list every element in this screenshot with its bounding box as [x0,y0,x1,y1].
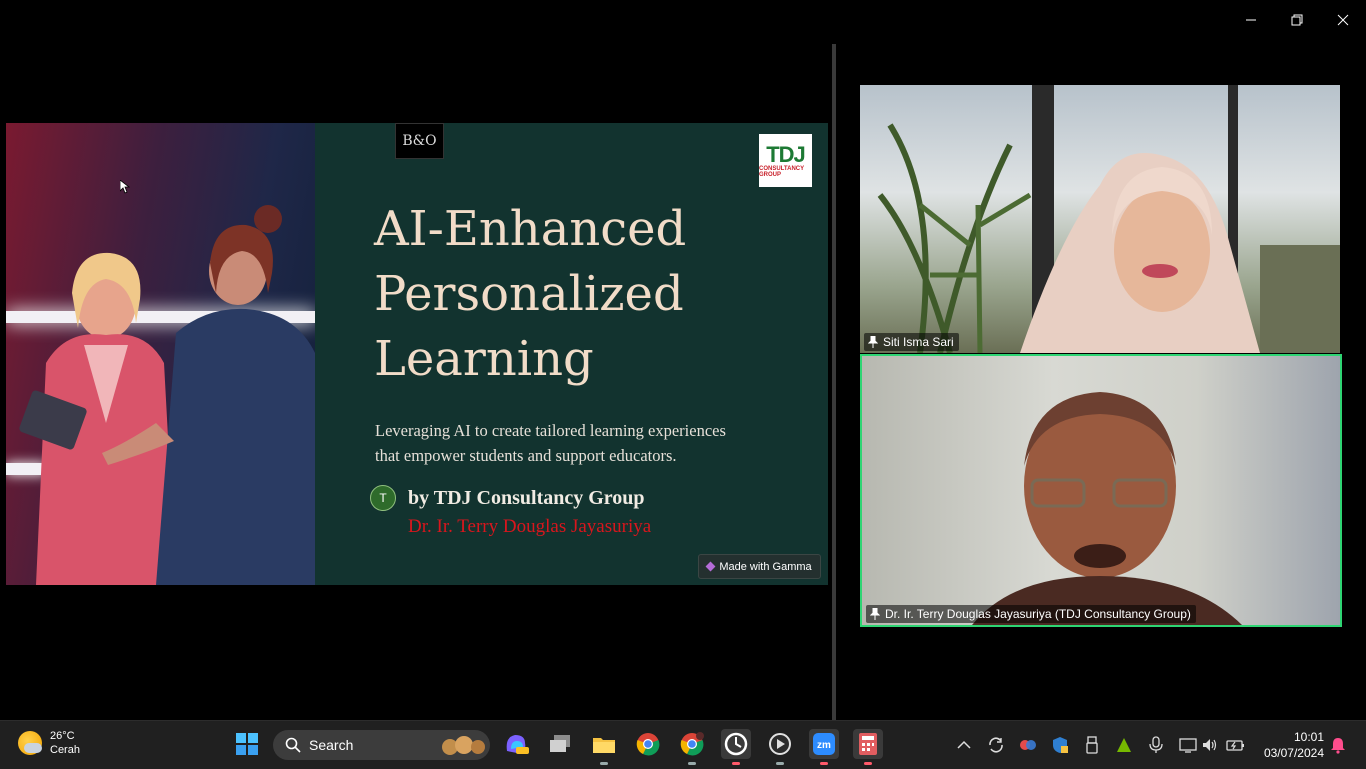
clock-time: 10:01 [1293,730,1324,744]
sync-icon[interactable] [986,735,1006,755]
network-icon[interactable] [1178,735,1198,755]
bo-logo: B&O [395,123,444,159]
slide-title: AI-Enhanced Personalized Learning [374,197,794,392]
tdj-logo: TDJ CONSULTANCY GROUP [759,134,812,187]
copilot-icon[interactable] [501,729,531,759]
search-placeholder: Search [309,737,354,753]
chrome-profile-icon[interactable] [677,729,707,765]
pin-icon [870,608,880,620]
running-indicator [820,762,828,765]
taskbar-search-box[interactable]: Search [273,730,490,760]
restore-icon[interactable] [1274,0,1320,40]
system-clock[interactable]: 10:01 03/07/2024 [1258,729,1324,761]
gamma-icon [705,561,716,572]
weather-widget[interactable]: 26°C Cerah [18,729,80,757]
taskbar: 26°C Cerah Search zm 10:01 03/07/2024 [0,720,1366,769]
gamma-badge-label: Made with Gamma [719,560,812,573]
by-line: by TDJ Consultancy Group [408,487,645,509]
author-avatar: T [370,485,396,511]
show-hidden-icons-chevron-icon[interactable] [954,735,974,755]
recorder-icon[interactable] [721,729,751,765]
made-with-gamma-badge[interactable]: Made with Gamma [698,554,821,579]
file-explorer-icon[interactable] [589,729,619,765]
running-indicator [688,762,696,765]
window-controls [1228,0,1366,40]
pin-icon [868,336,878,348]
presenter-name: Dr. Ir. Terry Douglas Jayasuriya [408,516,652,537]
slide-subtitle: Leveraging AI to create tailored learnin… [375,418,775,468]
notification-bell-icon[interactable] [1328,735,1348,755]
running-indicator [600,762,608,765]
running-indicator [776,762,784,765]
calculator-icon[interactable] [853,729,883,765]
chrome-icon[interactable] [633,729,663,759]
panel-divider[interactable] [832,44,836,720]
task-view-icon[interactable] [545,729,575,759]
colorful-app-tray-icon[interactable] [1018,735,1038,755]
two-women-illustration [19,205,315,585]
subtitle-line: that empower students and support educat… [375,446,677,465]
running-indicator [864,762,872,765]
partly-sunny-icon [18,731,42,755]
volume-icon[interactable] [1200,735,1220,755]
media-player-icon[interactable] [765,729,795,765]
title-line: AI-Enhanced [374,201,687,257]
mouse-cursor-icon [120,180,130,194]
battery-icon[interactable] [1226,735,1246,755]
subtitle-line: Leveraging AI to create tailored learnin… [375,421,726,440]
slide-photo [6,123,315,585]
start-icon[interactable] [232,729,262,759]
weather-temp: 26°C [50,730,75,742]
weather-text: 26°C Cerah [50,729,80,757]
weather-desc: Cerah [50,744,80,756]
participant-name: Siti Isma Sari [883,335,954,349]
participant-name: Dr. Ir. Terry Douglas Jayasuriya (TDJ Co… [885,607,1191,621]
participant-name-tag: Dr. Ir. Terry Douglas Jayasuriya (TDJ Co… [866,605,1196,623]
running-indicator [732,762,740,765]
title-line: Personalized [374,266,684,322]
minimize-icon[interactable] [1228,0,1274,40]
nvidia-icon[interactable] [1114,735,1134,755]
zoom-icon[interactable]: zm [809,729,839,765]
participant-video-tile[interactable]: Siti Isma Sari [860,85,1340,353]
search-highlight-icon [442,736,485,755]
close-icon[interactable] [1320,0,1366,40]
tdj-logo-text: TDJ [766,141,806,167]
svg-text:zm: zm [817,740,831,751]
search-icon [285,737,301,753]
participant-name-tag: Siti Isma Sari [864,333,959,351]
security-shield-icon[interactable] [1050,735,1070,755]
participant-video-feed [877,85,1340,353]
clock-date: 03/07/2024 [1263,746,1324,760]
title-line: Learning [374,331,594,387]
microphone-icon[interactable] [1146,735,1166,755]
tdj-logo-subtext: CONSULTANCY GROUP [759,165,804,178]
usb-device-icon[interactable] [1082,735,1102,755]
participant-video-feed [972,392,1242,625]
active-speaker-video-tile[interactable]: Dr. Ir. Terry Douglas Jayasuriya (TDJ Co… [860,354,1342,627]
